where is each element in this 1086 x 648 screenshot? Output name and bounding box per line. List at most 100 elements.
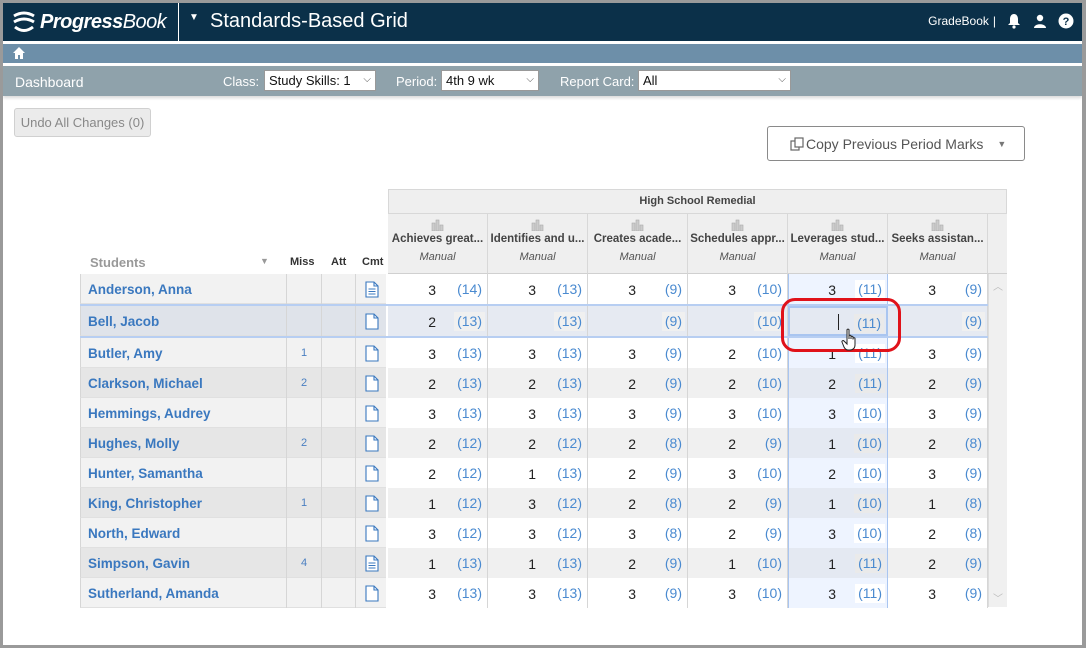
assessment-count[interactable]: (13)	[454, 312, 485, 331]
gradebook-link[interactable]: GradeBook	[928, 14, 989, 28]
assessment-count[interactable]: (13)	[454, 404, 485, 423]
assessment-count[interactable]: (10)	[754, 312, 785, 331]
assessment-count[interactable]: (11)	[855, 374, 885, 393]
bell-icon[interactable]	[1006, 13, 1022, 29]
assessment-count[interactable]: (9)	[662, 374, 685, 393]
help-icon[interactable]: ?	[1058, 13, 1074, 29]
assessment-count[interactable]: (8)	[662, 524, 685, 543]
chart-icon[interactable]	[731, 219, 745, 231]
assessment-count[interactable]: (9)	[962, 464, 985, 483]
grid-vertical-scrollbar[interactable]: ︿ ﹀	[988, 274, 1007, 607]
dashboard-link[interactable]: Dashboard	[15, 74, 84, 90]
standard-column-header[interactable]: Leverages stud... Manual	[788, 214, 888, 274]
mark-cell[interactable]: 3 (9)	[888, 458, 988, 488]
assessment-count[interactable]: (9)	[762, 524, 785, 543]
mark-cell[interactable]: 3 (9)	[588, 274, 688, 304]
mark-cell[interactable]: 2 (13)	[488, 368, 588, 398]
assessment-count[interactable]: (13)	[554, 464, 585, 483]
home-icon[interactable]	[12, 46, 26, 60]
assessment-count[interactable]: (10)	[754, 374, 785, 393]
assessment-count[interactable]: (11)	[855, 584, 885, 603]
assessment-count[interactable]: (9)	[962, 344, 985, 363]
mark-cell[interactable]: 3 (9)	[588, 578, 688, 608]
report-card-select[interactable]: All ⌵	[638, 70, 791, 91]
mark-cell[interactable]: 3 (9)	[888, 338, 988, 368]
assessment-count[interactable]: (9)	[962, 280, 985, 299]
assessment-count[interactable]: (9)	[962, 584, 985, 603]
app-menu-caret-icon[interactable]: ▼	[189, 12, 199, 23]
missing-count[interactable]: 2	[286, 368, 322, 398]
assessment-count[interactable]: (13)	[554, 344, 585, 363]
mark-input-active[interactable]: (11)	[788, 306, 888, 336]
mark-cell[interactable]: 2 (10)	[688, 368, 788, 398]
assessment-count[interactable]: (13)	[554, 554, 585, 573]
assessment-count[interactable]: (12)	[454, 524, 485, 543]
chart-icon[interactable]	[831, 219, 845, 231]
assessment-count[interactable]: (11)	[855, 554, 885, 573]
students-column-header[interactable]: Students	[90, 255, 146, 270]
assessment-count[interactable]: (13)	[554, 404, 585, 423]
assessment-count[interactable]: (13)	[554, 280, 585, 299]
mark-cell[interactable]: 1 (13)	[488, 458, 588, 488]
mark-cell[interactable]: 3 (13)	[388, 578, 488, 608]
mark-cell[interactable]: 3 (10)	[788, 518, 888, 548]
assessment-count[interactable]: (9)	[662, 344, 685, 363]
missing-count[interactable]: 1	[286, 488, 322, 518]
comment-empty-icon[interactable]	[356, 338, 387, 368]
mark-cell[interactable]: 3 (11)	[788, 274, 888, 304]
comment-empty-icon[interactable]	[356, 458, 387, 488]
assessment-count[interactable]: (14)	[454, 280, 485, 299]
mark-cell[interactable]: (9)	[588, 306, 688, 336]
comment-empty-icon[interactable]	[356, 518, 387, 548]
mark-cell[interactable]: 1 (8)	[888, 488, 988, 518]
comment-empty-icon[interactable]	[356, 368, 387, 398]
mark-cell[interactable]: 2 (9)	[688, 428, 788, 458]
missing-count[interactable]	[286, 398, 322, 428]
assessment-count[interactable]: (13)	[454, 554, 485, 573]
assessment-count[interactable]: (12)	[454, 464, 485, 483]
assessment-count[interactable]: (10)	[854, 494, 885, 513]
period-select[interactable]: 4th 9 wk ⌵	[441, 70, 539, 91]
mark-cell[interactable]: (9)	[888, 306, 988, 336]
mark-cell[interactable]: 3 (13)	[488, 398, 588, 428]
mark-cell[interactable]: 3 (10)	[688, 578, 788, 608]
mark-cell[interactable]: 2 (9)	[688, 488, 788, 518]
missing-count[interactable]	[286, 458, 322, 488]
mark-cell[interactable]: 3 (10)	[788, 398, 888, 428]
student-name-link[interactable]: Hughes, Molly	[88, 436, 180, 451]
mark-cell[interactable]: 1 (10)	[788, 428, 888, 458]
assessment-count[interactable]: (10)	[854, 404, 885, 423]
mark-cell[interactable]: 3 (9)	[888, 398, 988, 428]
mark-cell[interactable]: 2 (8)	[888, 428, 988, 458]
comment-empty-icon[interactable]	[356, 578, 387, 608]
student-name-link[interactable]: Hunter, Samantha	[88, 466, 203, 481]
mark-cell[interactable]: 1 (10)	[788, 488, 888, 518]
mark-cell[interactable]: 2 (8)	[888, 518, 988, 548]
chart-icon[interactable]	[631, 219, 645, 231]
assessment-count[interactable]: (8)	[662, 494, 685, 513]
assessment-count[interactable]: (9)	[662, 584, 685, 603]
assessment-count[interactable]: (10)	[854, 434, 885, 453]
assessment-count[interactable]: (13)	[554, 584, 585, 603]
mark-cell[interactable]: 2 (13)	[388, 368, 488, 398]
mark-cell[interactable]: 2 (10)	[688, 338, 788, 368]
assessment-count[interactable]: (9)	[962, 374, 985, 393]
assessment-count[interactable]: (10)	[854, 464, 885, 483]
assessment-count[interactable]: (10)	[754, 584, 785, 603]
assessment-count[interactable]: (8)	[662, 434, 685, 453]
mark-cell[interactable]: 2 (13)	[388, 306, 488, 336]
mark-cell[interactable]: 3 (11)	[788, 578, 888, 608]
mark-cell[interactable]: 1 (13)	[388, 548, 488, 578]
assessment-count[interactable]: (12)	[554, 524, 585, 543]
comment-empty-icon[interactable]	[356, 488, 387, 518]
mark-cell[interactable]: 2 (10)	[788, 458, 888, 488]
mark-cell[interactable]: 1 (10)	[688, 548, 788, 578]
missing-count[interactable]	[286, 578, 322, 608]
chart-icon[interactable]	[431, 219, 445, 231]
assessment-count[interactable]: (9)	[961, 312, 985, 331]
mark-cell[interactable]: 1 (12)	[388, 488, 488, 518]
assessment-count[interactable]: (9)	[962, 554, 985, 573]
comment-empty-icon[interactable]	[356, 428, 387, 458]
mark-cell[interactable]: 2 (11)	[788, 368, 888, 398]
assessment-count[interactable]: (12)	[454, 434, 485, 453]
